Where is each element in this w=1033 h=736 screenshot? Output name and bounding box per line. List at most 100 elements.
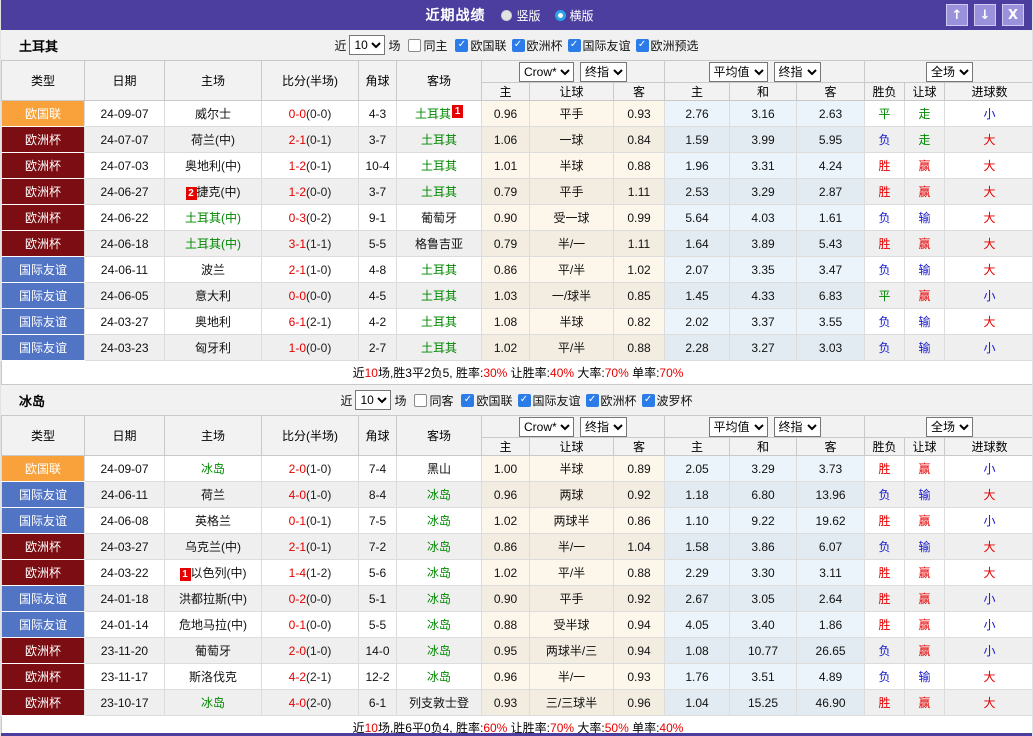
move-up-button[interactable]: ↑ xyxy=(946,4,968,26)
halftime-score: (2-1) xyxy=(306,315,331,329)
radio-vertical-layout[interactable]: 竖版 xyxy=(501,7,540,24)
radio-unselected-icon[interactable] xyxy=(501,10,512,21)
team-name-text: 洪都拉斯(中) xyxy=(179,592,247,606)
corner-score: 2-7 xyxy=(359,335,397,361)
match-date: 24-06-11 xyxy=(85,482,165,508)
team-name-text: 匈牙利 xyxy=(195,341,231,355)
competition-filter[interactable]: ✓波罗杯 xyxy=(642,392,693,409)
average-odds-away: 19.62 xyxy=(797,508,865,534)
halftime-score: (1-0) xyxy=(306,462,331,476)
average-odds-away: 3.73 xyxy=(797,456,865,482)
checkbox-checked-icon[interactable]: ✓ xyxy=(518,394,531,407)
average-odds-home: 2.05 xyxy=(665,456,730,482)
team-name-text: 冰岛 xyxy=(201,462,225,476)
competition-filter[interactable]: ✓欧洲杯 xyxy=(512,37,563,54)
goals-result: 大 xyxy=(945,560,1033,586)
move-down-button[interactable]: ↓ xyxy=(974,4,996,26)
competition-filter[interactable]: ✓国际友谊 xyxy=(568,37,631,54)
same-venue-filter[interactable]: 同客 xyxy=(414,392,453,409)
checkbox-unchecked-icon[interactable] xyxy=(408,39,421,52)
away-team: 列支敦士登 xyxy=(397,690,482,716)
col-avg-home: 主 xyxy=(665,438,730,456)
final-odds-select[interactable]: 终指 xyxy=(580,417,627,437)
average-select[interactable]: 平均值 xyxy=(709,62,768,82)
competition-type: 欧洲杯 xyxy=(2,560,85,586)
radio-horizontal-layout[interactable]: 横版 xyxy=(555,7,594,24)
halftime-score: (1-0) xyxy=(306,263,331,277)
match-count-select[interactable]: 10 xyxy=(349,35,385,55)
competition-filter-label: 欧国联 xyxy=(476,392,512,409)
match-date: 24-06-11 xyxy=(85,257,165,283)
final-odds-select-2[interactable]: 终指 xyxy=(774,417,821,437)
competition-filter[interactable]: ✓国际友谊 xyxy=(518,392,581,409)
match-count-select[interactable]: 10 xyxy=(355,390,391,410)
checkbox-checked-icon[interactable]: ✓ xyxy=(455,39,468,52)
checkbox-checked-icon[interactable]: ✓ xyxy=(642,394,655,407)
handicap-result: 赢 xyxy=(905,456,945,482)
team-name-text: 奥地利 xyxy=(195,315,231,329)
final-odds-select-2[interactable]: 终指 xyxy=(774,62,821,82)
competition-filter[interactable]: ✓欧国联 xyxy=(461,392,512,409)
match-result: 胜 xyxy=(865,612,905,638)
same-venue-filter[interactable]: 同主 xyxy=(408,37,447,54)
home-team: 荷兰(中) xyxy=(165,127,262,153)
match-score: 0-1(0-0) xyxy=(262,612,359,638)
average-odds-home: 1.76 xyxy=(665,664,730,690)
scope-select[interactable]: 全场 xyxy=(926,417,973,437)
checkbox-checked-icon[interactable]: ✓ xyxy=(636,39,649,52)
away-team: 黑山 xyxy=(397,456,482,482)
handicap-line: 一/球半 xyxy=(530,283,614,309)
average-odds-away: 4.24 xyxy=(797,153,865,179)
average-odds-away: 6.83 xyxy=(797,283,865,309)
handicap-result: 输 xyxy=(905,335,945,361)
average-odds-draw: 3.89 xyxy=(730,231,797,257)
average-select[interactable]: 平均值 xyxy=(709,417,768,437)
final-odds-select[interactable]: 终指 xyxy=(580,62,627,82)
halftime-score: (0-1) xyxy=(306,159,331,173)
competition-type: 国际友谊 xyxy=(2,612,85,638)
handicap-result: 赢 xyxy=(905,153,945,179)
fulltime-score: 1-2 xyxy=(289,185,306,199)
fulltime-score: 2-1 xyxy=(289,263,306,277)
match-result: 胜 xyxy=(865,690,905,716)
match-result: 负 xyxy=(865,482,905,508)
checkbox-checked-icon[interactable]: ✓ xyxy=(568,39,581,52)
competition-filter-label: 波罗杯 xyxy=(657,392,693,409)
average-odds-home: 2.76 xyxy=(665,101,730,127)
handicap-odds-home: 0.79 xyxy=(482,231,530,257)
handicap-odds-away: 1.04 xyxy=(614,534,665,560)
average-odds-draw: 3.29 xyxy=(730,179,797,205)
bookmaker-select[interactable]: Crow* xyxy=(519,417,574,437)
average-odds-home: 1.10 xyxy=(665,508,730,534)
radio-selected-icon[interactable] xyxy=(555,10,566,21)
competition-type: 国际友谊 xyxy=(2,309,85,335)
handicap-result: 赢 xyxy=(905,231,945,257)
handicap-odds-away: 1.11 xyxy=(614,231,665,257)
corner-score: 7-5 xyxy=(359,508,397,534)
match-row: 欧洲杯24-06-272捷克(中)1-2(0-0)3-7土耳其0.79平手1.1… xyxy=(2,179,1033,205)
checkbox-checked-icon[interactable]: ✓ xyxy=(512,39,525,52)
home-team: 英格兰 xyxy=(165,508,262,534)
goals-result: 大 xyxy=(945,690,1033,716)
corner-score: 10-4 xyxy=(359,153,397,179)
average-odds-away: 2.64 xyxy=(797,586,865,612)
scope-select[interactable]: 全场 xyxy=(926,62,973,82)
team-name-text: 土耳其 xyxy=(421,315,457,329)
checkbox-unchecked-icon[interactable] xyxy=(414,394,427,407)
team-name-text: 波兰 xyxy=(201,263,225,277)
competition-filter[interactable]: ✓欧洲预选 xyxy=(636,37,699,54)
match-date: 24-06-18 xyxy=(85,231,165,257)
competition-filter[interactable]: ✓欧国联 xyxy=(455,37,506,54)
checkbox-checked-icon[interactable]: ✓ xyxy=(461,394,474,407)
handicap-line: 两球半/三 xyxy=(530,638,614,664)
team-name-text: 土耳其 xyxy=(421,133,457,147)
team-name-text: 以色列(中) xyxy=(191,566,247,580)
col-odds-home: 主 xyxy=(482,83,530,101)
competition-filter[interactable]: ✓欧洲杯 xyxy=(586,392,637,409)
handicap-odds-away: 0.88 xyxy=(614,153,665,179)
bookmaker-select[interactable]: Crow* xyxy=(519,62,574,82)
close-button[interactable]: X xyxy=(1002,4,1024,26)
match-result: 胜 xyxy=(865,179,905,205)
checkbox-checked-icon[interactable]: ✓ xyxy=(586,394,599,407)
handicap-result: 赢 xyxy=(905,612,945,638)
